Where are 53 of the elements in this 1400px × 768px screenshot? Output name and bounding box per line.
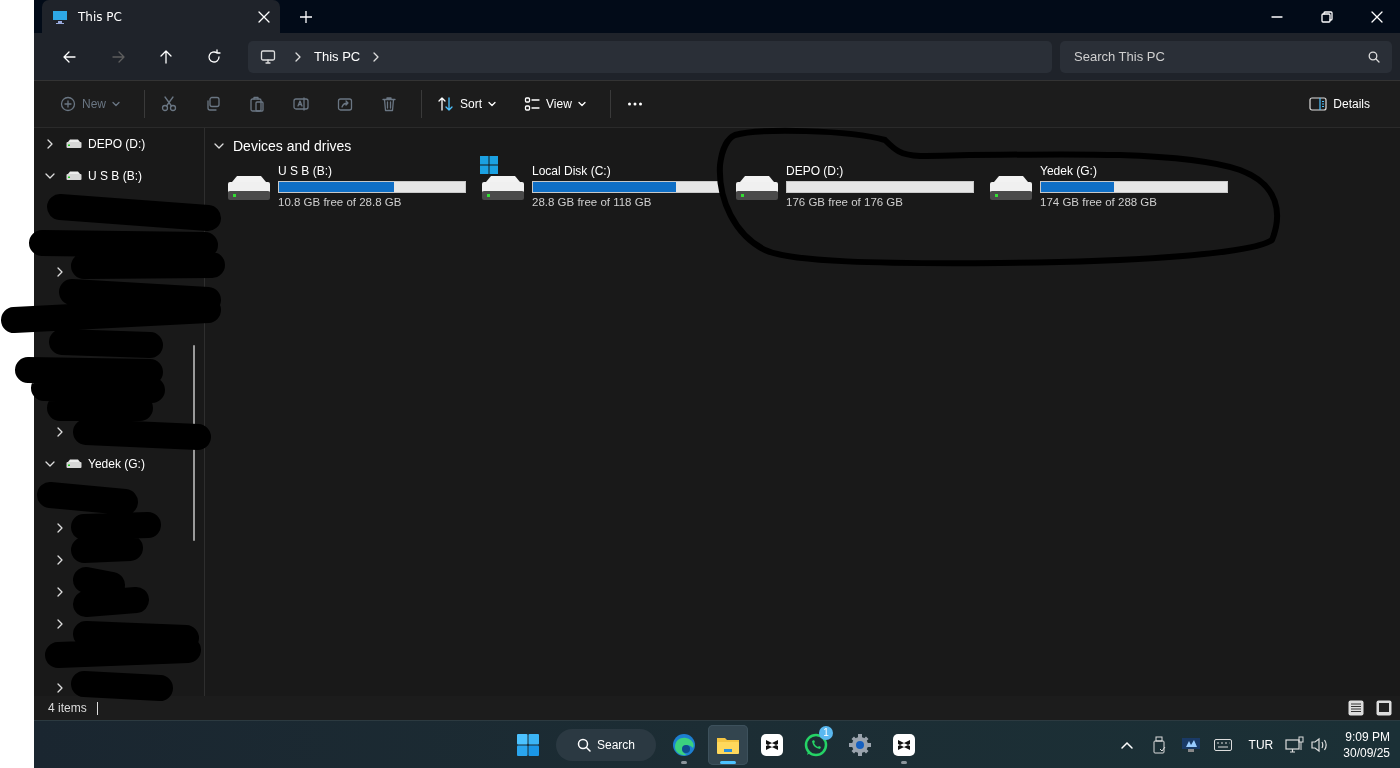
capcut-icon <box>892 732 916 757</box>
section-heading: Devices and drives <box>233 138 352 154</box>
details-view-icon[interactable] <box>1348 700 1364 716</box>
capcut-icon <box>760 732 784 757</box>
caret-icon <box>488 101 497 107</box>
details-button[interactable]: Details <box>1299 88 1380 120</box>
drive-name[interactable]: Yedek (G:) <box>1040 164 1228 178</box>
search-field[interactable]: Search This PC <box>1060 40 1392 73</box>
close-icon[interactable] <box>258 10 270 23</box>
new-icon <box>60 96 76 112</box>
sidebar-item[interactable]: U S B (B:) <box>88 169 142 183</box>
tiles-view-icon[interactable] <box>1376 700 1392 716</box>
drive-icon <box>66 139 82 149</box>
edge-icon <box>672 732 696 757</box>
address-bar[interactable]: This PC <box>248 40 1052 73</box>
start-icon <box>516 732 540 757</box>
gear-icon <box>848 732 872 757</box>
search-icon <box>1368 50 1380 63</box>
sidebar-item[interactable]: Yedek (G:) <box>88 457 145 471</box>
monitor-icon <box>260 48 276 65</box>
free-space-text: 10.8 GB free of 28.8 GB <box>278 196 403 208</box>
drive-name[interactable]: Local Disk (C:) <box>532 164 720 178</box>
drive-name[interactable]: U S B (B:) <box>278 164 466 178</box>
text-cursor <box>96 701 98 715</box>
view-button[interactable]: View <box>514 88 596 120</box>
search-icon <box>577 737 591 752</box>
panel-icon <box>1309 97 1328 111</box>
monitor-icon <box>52 8 68 25</box>
free-space-text: 28.8 GB free of 118 GB <box>532 196 653 208</box>
notification-badge: 1 <box>819 725 833 740</box>
chevron-right-icon <box>372 50 381 63</box>
caret-icon <box>112 101 120 107</box>
list-view-icon <box>524 96 541 112</box>
scrollbar-thumb[interactable] <box>193 345 195 541</box>
window-tab[interactable]: This PC <box>42 0 280 33</box>
drive-icon <box>66 171 82 181</box>
caret-icon <box>577 101 586 107</box>
free-space-text: 176 GB free of 176 GB <box>786 196 904 208</box>
clock[interactable]: 9:09 PM 30/09/25 <box>1343 728 1390 761</box>
chevron-right-icon <box>294 50 302 63</box>
language-indicator[interactable]: TUR <box>1238 737 1284 752</box>
sort-button[interactable]: Sort <box>428 88 507 120</box>
drive-icon <box>66 459 82 469</box>
taskbar-app[interactable] <box>708 724 748 765</box>
taskbar-search[interactable]: Search <box>556 728 656 761</box>
drive-name[interactable]: DEPO (D:) <box>786 164 974 178</box>
refresh-icon[interactable] <box>206 48 222 65</box>
sort-icon <box>438 96 454 112</box>
free-space-text: 174 GB free of 288 GB <box>1040 196 1158 208</box>
item-count: 4 items <box>48 701 87 715</box>
up-arrow-icon[interactable] <box>158 48 174 65</box>
sidebar-item[interactable]: DEPO (D:) <box>88 137 146 151</box>
breadcrumb-item[interactable]: This PC <box>314 49 361 64</box>
